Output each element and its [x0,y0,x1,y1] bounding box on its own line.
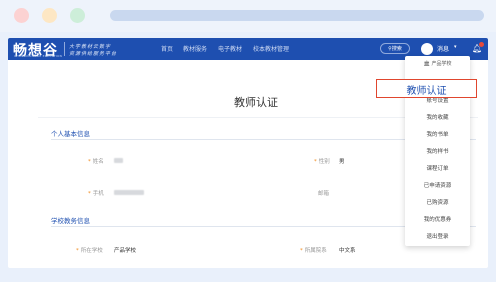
browser-chrome [0,0,496,32]
close-window-icon[interactable] [14,8,29,23]
gender-value: 男 [339,159,345,165]
section-school-info: 学校教务信息 [51,217,90,225]
menu-item-school[interactable]: 🏛︎ 产品学校 [405,60,470,67]
minimize-window-icon[interactable] [42,8,57,23]
nav-ebook[interactable]: 电子教材 [218,44,242,53]
teacher-certification-label: 教师认证 [406,86,447,97]
section-basic-info: 个人基本信息 [51,130,90,138]
logo-subtitle: CHANGXIANGGU EDUCATION [14,54,63,58]
menu-item-purchased-resources[interactable]: 已购资源 [405,198,470,206]
phone-label: * 手机 [88,191,104,197]
user-menu-label[interactable]: 消息 [437,44,449,53]
nav-school-textbook[interactable]: 校本教材管理 [253,44,289,53]
address-bar[interactable] [110,10,484,21]
school-value: 产品学校 [114,248,137,254]
maximize-window-icon[interactable] [70,8,85,23]
nav-home[interactable]: 首页 [161,44,173,53]
slogan-line-2: 资源供给服务平台 [69,51,118,57]
menu-item-sample-books[interactable]: 我的样书 [405,147,470,155]
phone-value [114,190,144,195]
nav-textbook-service[interactable]: 教材服务 [183,44,207,53]
page-title: 教师认证 [234,96,278,109]
menu-item-coupons[interactable]: 我的优惠券 [405,215,470,223]
search-button[interactable]: ⚲搜索 [380,43,410,54]
college-value: 中文系 [339,248,356,254]
menu-item-course-orders[interactable]: 课程订单 [405,164,470,172]
notification-badge [479,42,484,47]
slogan-line-1: 大学教材云数字 [69,44,112,50]
menu-item-favorites[interactable]: 我的收藏 [405,113,470,121]
menu-item-requested-resources[interactable]: 已申请资源 [405,181,470,189]
name-label: * 姓名 [88,159,104,165]
gender-label: * 性别 [314,159,330,165]
school-label: * 所在学校 [76,248,103,254]
logo-divider [64,42,65,56]
search-label: 搜索 [391,46,402,52]
name-value [114,158,123,163]
college-label: * 所属院系 [300,248,327,254]
email-label: 邮箱 [318,191,330,197]
chevron-down-icon[interactable]: ▾ [454,44,457,50]
menu-item-teacher-certification[interactable]: 教师认证 [376,79,477,98]
menu-item-logout[interactable]: 退出登录 [405,232,470,240]
avatar[interactable] [421,43,433,55]
menu-item-book-list[interactable]: 我的书单 [405,130,470,138]
